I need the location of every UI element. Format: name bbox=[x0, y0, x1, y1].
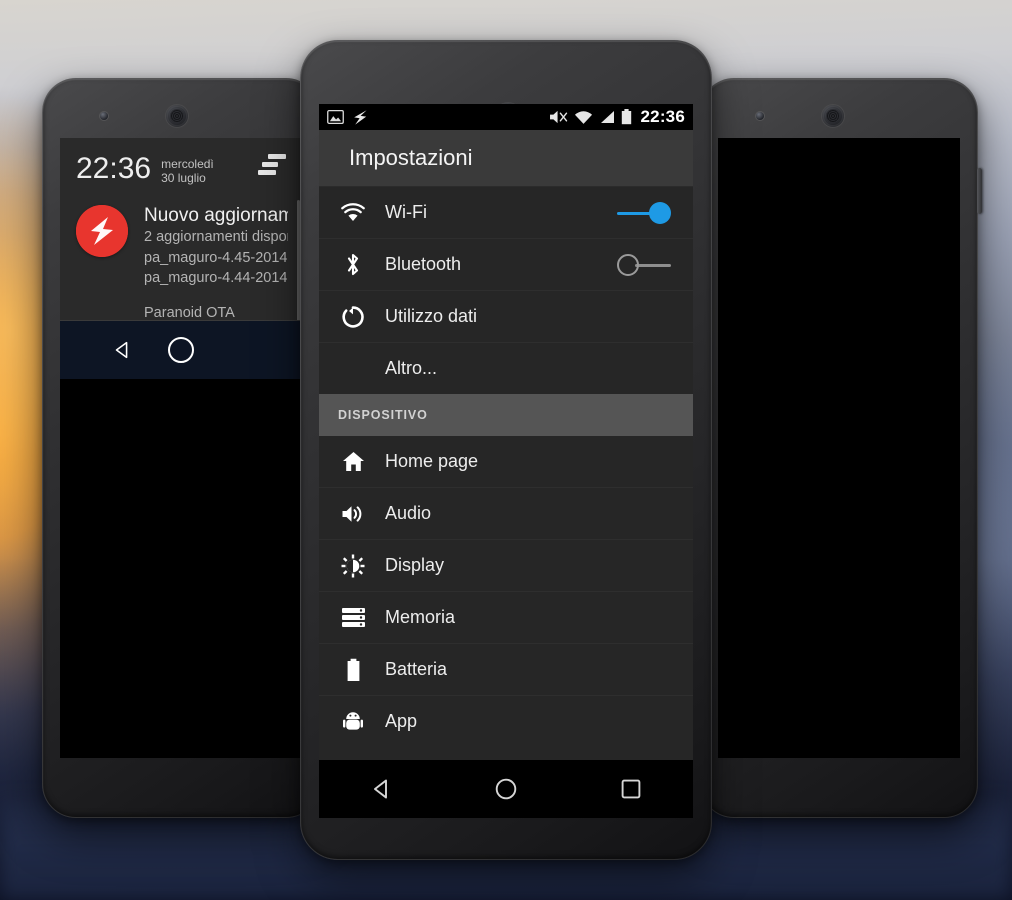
front-camera-icon bbox=[756, 112, 764, 120]
battery-icon bbox=[621, 109, 632, 125]
front-camera-icon bbox=[100, 112, 108, 120]
center-status-bar: 22:36 bbox=[319, 104, 693, 130]
left-phone-device: 22:36 mercoledì 30 luglio Nuovo aggiorna… bbox=[42, 78, 320, 818]
shade-date-block: mercoledì 30 luglio bbox=[161, 154, 214, 185]
notification-body: Nuovo aggiornamento 2 aggiornamenti disp… bbox=[144, 205, 288, 289]
settings-list[interactable]: Wi-Fi Bluetooth Utilizzo dati Altro... D… bbox=[319, 187, 693, 760]
settings-label: Altro... bbox=[385, 358, 438, 378]
settings-label: Utilizzo dati bbox=[385, 306, 478, 326]
back-icon[interactable] bbox=[111, 339, 133, 361]
settings-row-bluetooth[interactable]: Bluetooth bbox=[319, 239, 693, 290]
center-status-time: 22:36 bbox=[640, 107, 685, 126]
screenshot-stage: 22:36 mercoledì 30 luglio Nuovo aggiorna… bbox=[0, 0, 1012, 900]
volume-mute-icon bbox=[549, 109, 568, 125]
center-phone-screen: 22:36 Impostazioni Wi-Fi Bluetooth Utili… bbox=[319, 104, 693, 818]
home-icon bbox=[338, 451, 368, 472]
cellular-signal-icon bbox=[599, 110, 615, 124]
bluetooth-icon bbox=[338, 252, 368, 277]
wifi-toggle[interactable] bbox=[617, 201, 671, 224]
audio-icon bbox=[338, 504, 368, 524]
wifi-icon bbox=[574, 110, 593, 125]
earpiece-speaker-icon bbox=[822, 105, 844, 127]
notification-shade[interactable]: 22:36 mercoledì 30 luglio Nuovo aggiorna… bbox=[60, 138, 302, 322]
settings-label: Batteria bbox=[385, 659, 448, 679]
wifi-icon bbox=[338, 203, 368, 222]
notification-title: Nuovo aggiornamento bbox=[144, 205, 288, 227]
storage-icon bbox=[338, 607, 368, 628]
bluetooth-toggle[interactable] bbox=[617, 253, 671, 276]
left-phone-screen: 22:36 mercoledì 30 luglio Nuovo aggiorna… bbox=[60, 138, 302, 758]
settings-row-data-usage[interactable]: Utilizzo dati bbox=[319, 291, 693, 342]
right-phone-device: 22:40 ★ bbox=[700, 78, 982, 818]
center-nav-bar bbox=[319, 760, 693, 818]
settings-row-wifi[interactable]: Wi-Fi bbox=[319, 187, 693, 238]
paranoid-android-icon bbox=[353, 109, 368, 126]
page-title: Impostazioni bbox=[349, 145, 473, 170]
display-icon bbox=[338, 554, 368, 578]
earpiece-speaker-icon bbox=[166, 105, 188, 127]
settings-label: Audio bbox=[385, 503, 432, 523]
notification-line-1: 2 aggiornamenti disponibili bbox=[144, 229, 288, 246]
section-header-label: DISPOSITIVO bbox=[338, 408, 428, 422]
settings-label: Display bbox=[385, 555, 445, 575]
settings-label: Wi-Fi bbox=[385, 202, 427, 222]
settings-row-battery[interactable]: Batteria bbox=[319, 644, 693, 695]
home-circle-icon[interactable] bbox=[167, 337, 194, 364]
notification-line-2: pa_maguro-4.45-20140729. bbox=[144, 249, 288, 266]
settings-row-more[interactable]: Altro... bbox=[319, 343, 693, 394]
battery-icon bbox=[338, 658, 368, 682]
notification-app-name: Paranoid OTA bbox=[144, 305, 235, 322]
settings-label: Memoria bbox=[385, 607, 456, 627]
right-phone-screen: 22:40 ★ bbox=[718, 138, 960, 758]
home-circle-icon[interactable] bbox=[493, 776, 519, 802]
paranoid-ota-icon bbox=[76, 205, 128, 258]
settings-section-header-device: DISPOSITIVO bbox=[319, 394, 693, 436]
settings-row-storage[interactable]: Memoria bbox=[319, 592, 693, 643]
settings-label: Bluetooth bbox=[385, 254, 462, 274]
shade-date: 30 luglio bbox=[161, 171, 206, 186]
recents-square-icon[interactable] bbox=[618, 776, 644, 802]
settings-header: Impostazioni bbox=[319, 130, 693, 187]
android-app-icon bbox=[338, 711, 368, 733]
settings-label: App bbox=[385, 711, 418, 731]
shade-clock: 22:36 bbox=[76, 152, 152, 185]
power-button[interactable] bbox=[977, 168, 982, 214]
settings-row-audio[interactable]: Audio bbox=[319, 488, 693, 539]
shade-weekday: mercoledì bbox=[161, 157, 214, 171]
left-nav-bar bbox=[60, 321, 302, 380]
settings-row-display[interactable]: Display bbox=[319, 540, 693, 591]
shade-header: 22:36 mercoledì 30 luglio bbox=[60, 138, 302, 195]
settings-row-home[interactable]: Home page bbox=[319, 436, 693, 487]
notification-item[interactable]: Nuovo aggiornamento 2 aggiornamenti disp… bbox=[60, 195, 302, 289]
center-phone-device: 22:36 Impostazioni Wi-Fi Bluetooth Utili… bbox=[300, 40, 712, 860]
settings-row-apps[interactable]: App bbox=[319, 696, 693, 747]
data-usage-icon bbox=[338, 305, 368, 329]
notification-line-3: pa_maguro-4.44-20140722. bbox=[144, 270, 288, 287]
quick-settings-icon[interactable] bbox=[258, 154, 286, 176]
shade-divider bbox=[60, 320, 302, 322]
settings-label: Home page bbox=[385, 451, 479, 471]
back-icon[interactable] bbox=[368, 776, 394, 802]
screenshot-icon bbox=[327, 110, 344, 124]
